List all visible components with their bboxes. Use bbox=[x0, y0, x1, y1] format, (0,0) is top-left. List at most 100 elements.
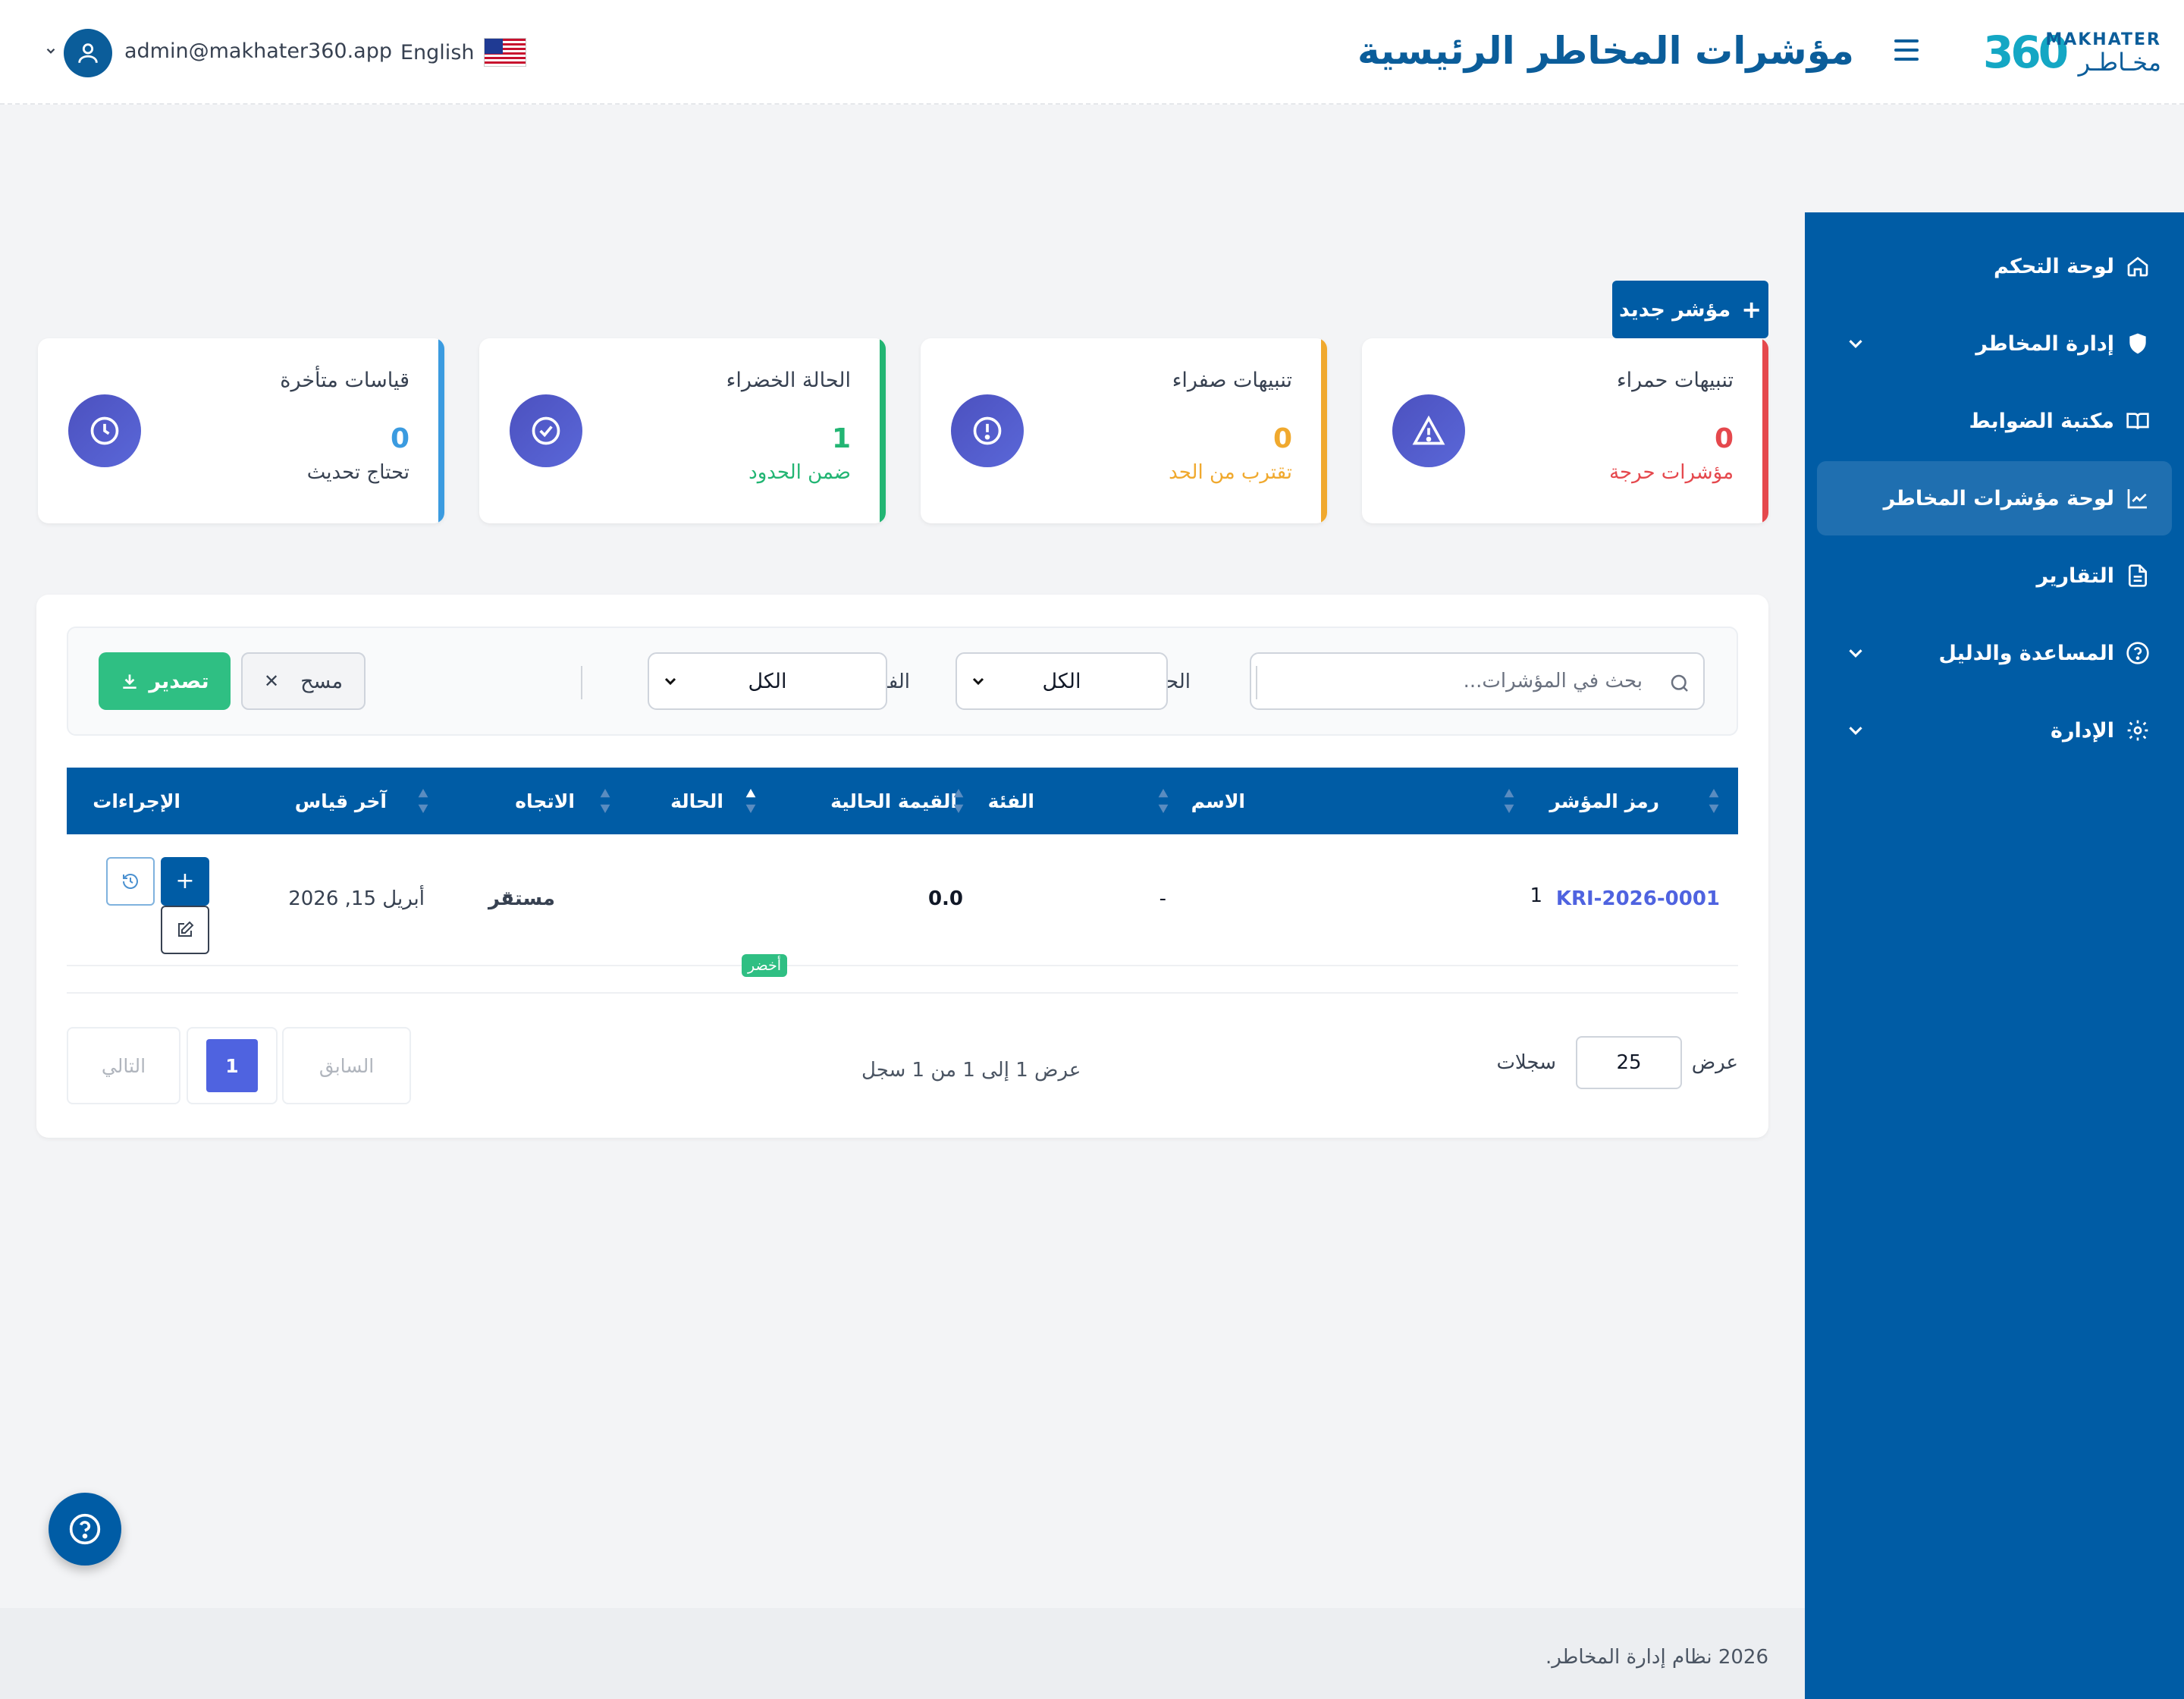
table-header: رمز المؤشر الاسم الفئة القيمة الحالية ال… bbox=[67, 768, 1738, 834]
menu-toggle-icon[interactable] bbox=[1894, 39, 1919, 61]
clear-filters-button[interactable]: مسح ✕ bbox=[241, 652, 366, 710]
column-header-actions: الإجراءات bbox=[93, 790, 180, 812]
sort-icon[interactable] bbox=[952, 787, 965, 815]
column-header-trend[interactable]: الاتجاه bbox=[515, 768, 575, 834]
sort-icon[interactable] bbox=[599, 787, 611, 815]
help-circle-icon bbox=[2125, 640, 2151, 666]
chart-line-icon bbox=[2125, 485, 2151, 511]
sidebar-item-dashboard[interactable]: لوحة التحكم bbox=[1817, 229, 2172, 303]
card-value: 0 bbox=[390, 423, 410, 454]
download-icon bbox=[123, 674, 137, 689]
sidebar-item-label: التقارير bbox=[2036, 564, 2114, 588]
status-badge: أخضر bbox=[742, 954, 787, 977]
sidebar-item-risk-management[interactable]: إدارة المخاطر bbox=[1817, 306, 2172, 381]
sidebar-item-label: إدارة المخاطر bbox=[1975, 331, 2114, 356]
language-switcher[interactable]: English bbox=[400, 36, 526, 68]
add-measurement-button[interactable]: + bbox=[161, 857, 209, 906]
chevron-down-icon bbox=[1849, 340, 1862, 348]
card-title: الحالة الخضراء bbox=[726, 369, 851, 392]
next-page-button[interactable]: التالي bbox=[67, 1027, 180, 1104]
card-value: 0 bbox=[1714, 423, 1734, 454]
sidebar-item-label: لوحة التحكم bbox=[1993, 254, 2114, 278]
gear-icon bbox=[2125, 718, 2151, 743]
sidebar-item-administration[interactable]: الإدارة bbox=[1817, 693, 2172, 768]
card-subtitle: ضمن الحدود bbox=[748, 461, 851, 484]
column-header-status[interactable]: الحالة bbox=[670, 768, 723, 834]
card-red-alerts: تنبيهات حمراء 0 مؤشرات حرجة bbox=[1362, 338, 1768, 523]
clear-label: مسح bbox=[300, 669, 344, 693]
search-input[interactable]: بحث في المؤشرات... bbox=[1250, 652, 1705, 710]
current-page-button[interactable]: 1 bbox=[206, 1039, 258, 1092]
plus-icon: + bbox=[1741, 295, 1762, 324]
new-indicator-label: مؤشر جديد bbox=[1619, 297, 1731, 322]
history-icon bbox=[123, 874, 138, 889]
app-logo[interactable]: 360 MAKHATER مخـاطـر bbox=[1983, 29, 2161, 76]
sidebar-item-reports[interactable]: التقارير bbox=[1817, 539, 2172, 613]
avatar[interactable] bbox=[64, 29, 112, 77]
sidebar-item-controls-library[interactable]: مكتبة الضوابط bbox=[1817, 384, 2172, 458]
sidebar-item-label: المساعدة والدليل bbox=[1938, 641, 2114, 665]
sidebar-item-help[interactable]: المساعدة والدليل bbox=[1817, 616, 2172, 690]
previous-page-button[interactable]: السابق bbox=[282, 1027, 411, 1104]
footer-copyright: 2026 نظام إدارة المخاطر. bbox=[1545, 1646, 1768, 1669]
sidebar-item-kri-dashboard[interactable]: لوحة مؤشرات المخاطر bbox=[1817, 461, 2172, 535]
card-title: قياسات متأخرة bbox=[280, 369, 410, 392]
help-floating-button[interactable] bbox=[49, 1493, 121, 1566]
sidebar-item-label: مكتبة الضوابط bbox=[1969, 409, 2114, 433]
chevron-down-icon bbox=[1849, 649, 1862, 658]
filter-bar: بحث في المؤشرات... الحالة: الكل الفئة: ا… bbox=[67, 627, 1738, 736]
page-size-input[interactable]: 25 bbox=[1576, 1036, 1682, 1089]
exclamation-circle-icon bbox=[951, 394, 1024, 467]
indicator-trend: مستقر bbox=[488, 887, 555, 910]
column-header-name[interactable]: الاسم bbox=[1191, 768, 1245, 834]
indicator-name: 1 bbox=[1530, 884, 1542, 907]
sort-icon[interactable] bbox=[1157, 787, 1169, 815]
trend-stable-icon: – bbox=[503, 883, 513, 906]
column-header-code[interactable]: رمز المؤشر bbox=[1549, 768, 1659, 834]
history-button[interactable] bbox=[106, 857, 155, 906]
chevron-down-icon bbox=[1849, 727, 1862, 735]
edit-button[interactable] bbox=[161, 906, 209, 954]
check-circle-icon bbox=[510, 394, 582, 467]
warning-triangle-icon bbox=[1392, 394, 1465, 467]
edit-icon bbox=[178, 921, 194, 937]
chevron-down-icon bbox=[664, 677, 676, 686]
sort-icon[interactable] bbox=[1708, 787, 1720, 815]
export-label: تصدير bbox=[149, 669, 209, 693]
column-header-last-measurement[interactable]: آخر قياس bbox=[295, 768, 387, 834]
card-subtitle: تحتاج تحديث bbox=[306, 461, 410, 484]
close-icon: ✕ bbox=[263, 670, 280, 692]
sidebar-item-label: الإدارة bbox=[2051, 718, 2114, 743]
kri-table-panel: بحث في المؤشرات... الحالة: الكل الفئة: ا… bbox=[36, 595, 1768, 1138]
status-filter-select[interactable]: الكل bbox=[956, 652, 1168, 710]
footer: 2026 نظام إدارة المخاطر. bbox=[0, 1608, 1805, 1699]
page-title: مؤشرات المخاطر الرئيسية bbox=[1357, 29, 1854, 73]
card-subtitle: مؤشرات حرجة bbox=[1609, 461, 1734, 484]
sidebar-item-label: لوحة مؤشرات المخاطر bbox=[1883, 486, 2114, 510]
card-value: 1 bbox=[831, 423, 851, 454]
home-icon bbox=[2125, 253, 2151, 279]
export-button[interactable]: تصدير bbox=[99, 652, 231, 710]
sort-icon[interactable] bbox=[1503, 787, 1515, 815]
plus-icon: + bbox=[175, 868, 195, 894]
card-title: تنبيهات صفراء bbox=[1172, 369, 1292, 392]
column-header-current-value[interactable]: القيمة الحالية bbox=[830, 768, 957, 834]
card-overdue-measurements: قياسات متأخرة 0 تحتاج تحديث bbox=[38, 338, 444, 523]
user-icon bbox=[78, 43, 98, 63]
status-filter-value: الكل bbox=[1042, 669, 1081, 693]
column-header-category[interactable]: الفئة bbox=[988, 768, 1034, 834]
card-green-status: الحالة الخضراء 1 ضمن الحدود bbox=[479, 338, 886, 523]
sort-icon[interactable] bbox=[745, 787, 757, 815]
records-label: سجلات bbox=[1496, 1051, 1556, 1074]
sort-icon[interactable] bbox=[417, 787, 429, 815]
indicator-current-value: 0.0 bbox=[927, 887, 963, 910]
category-filter-select[interactable]: الكل bbox=[648, 652, 887, 710]
chevron-down-icon bbox=[972, 677, 984, 686]
chevron-down-icon[interactable] bbox=[44, 44, 58, 58]
help-circle-icon bbox=[69, 1513, 101, 1545]
user-email[interactable]: admin@makhater360.app bbox=[124, 36, 392, 67]
new-indicator-button[interactable]: + مؤشر جديد bbox=[1612, 281, 1768, 338]
indicator-code-link[interactable]: KRI-2026-0001 bbox=[1556, 887, 1720, 910]
card-title: تنبيهات حمراء bbox=[1616, 369, 1734, 392]
last-measurement-date: أبريل 15, 2026 bbox=[288, 887, 425, 910]
